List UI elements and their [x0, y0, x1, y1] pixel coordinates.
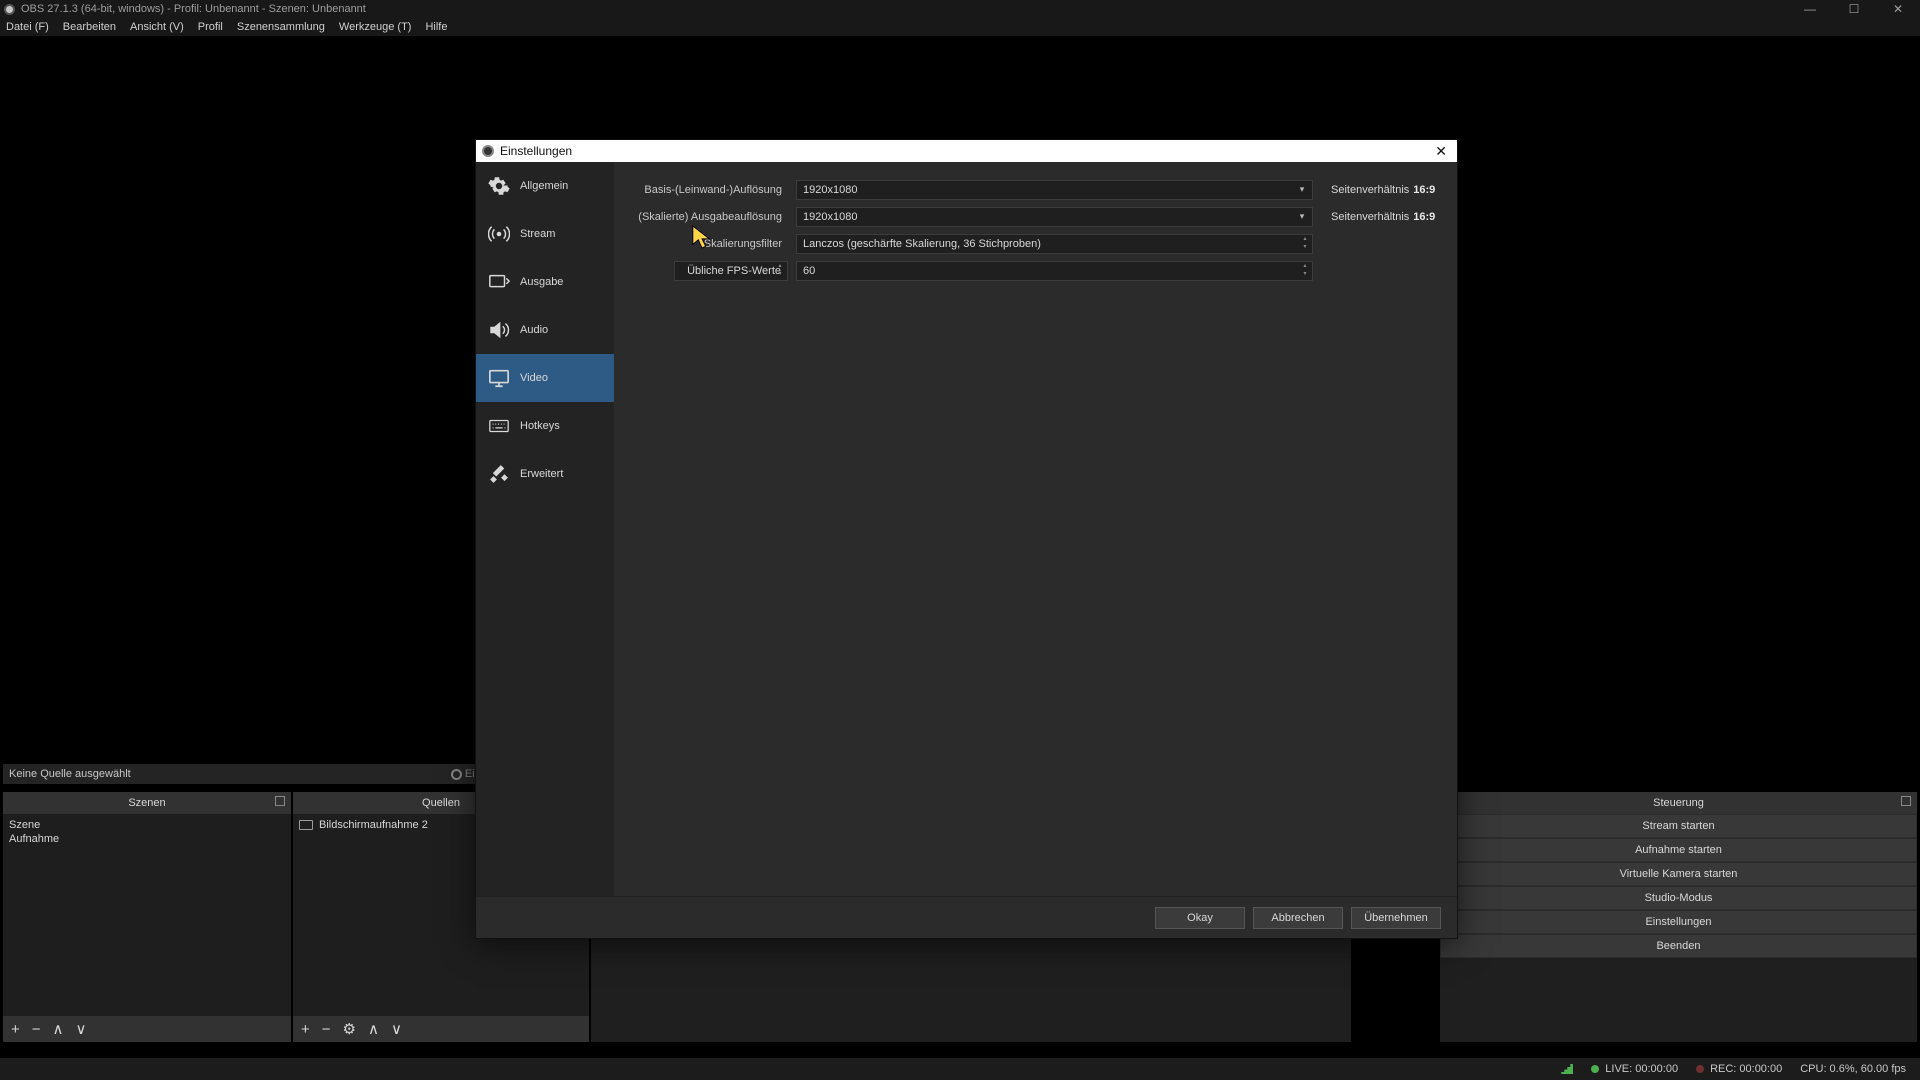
keyboard-icon	[488, 415, 510, 437]
fps-type-combo[interactable]: Übliche FPS-Werte ▴▾	[674, 261, 788, 281]
category-general[interactable]: Allgemein	[476, 162, 614, 210]
scenes-title: Szenen	[128, 797, 165, 809]
category-label: Video	[520, 372, 548, 384]
output-icon	[488, 271, 510, 293]
category-label: Ausgabe	[520, 276, 563, 288]
move-down-button[interactable]: ∨	[391, 1020, 402, 1038]
source-item-label: Bildschirmaufnahme 2	[319, 819, 428, 831]
category-hotkeys[interactable]: Hotkeys	[476, 402, 614, 450]
app-logo-icon	[4, 4, 15, 15]
category-label: Erweitert	[520, 468, 563, 480]
no-source-selected-label: Keine Quelle ausgewählt	[9, 768, 131, 780]
scene-item[interactable]: Szene	[9, 818, 285, 832]
menu-view[interactable]: Ansicht (V)	[130, 21, 184, 33]
controls-header: Steuerung	[1440, 792, 1917, 814]
settings-dialog: Einstellungen ✕ Allgemein Stream Ausgabe…	[475, 139, 1458, 939]
status-bar: LIVE: 00:00:00 REC: 00:00:00 CPU: 0.6%, …	[0, 1058, 1920, 1080]
chevron-down-icon: ▾	[1296, 184, 1308, 196]
category-label: Allgemein	[520, 180, 568, 192]
remove-source-button[interactable]: −	[322, 1021, 331, 1038]
popout-icon[interactable]	[275, 796, 285, 806]
signal-icon	[1561, 1064, 1573, 1074]
base-aspect-label: Seitenverhältnis 16:9	[1321, 184, 1439, 196]
ok-button[interactable]: Okay	[1155, 907, 1245, 929]
output-resolution-label: (Skalierte) Ausgabeauflösung	[628, 211, 788, 223]
scenes-header: Szenen	[3, 792, 291, 814]
controls-title: Steuerung	[1653, 797, 1704, 809]
base-resolution-combo[interactable]: 1920x1080 ▾	[796, 180, 1313, 200]
gear-icon	[488, 175, 510, 197]
downscale-filter-combo[interactable]: Lanczos (geschärfte Skalierung, 36 Stich…	[796, 234, 1313, 254]
settings-content: Basis-(Leinwand-)Auflösung 1920x1080 ▾ S…	[614, 162, 1457, 896]
display-capture-icon	[299, 820, 313, 830]
output-resolution-combo[interactable]: 1920x1080 ▾	[796, 207, 1313, 227]
monitor-icon	[488, 367, 510, 389]
menu-scene-collection[interactable]: Szenensammlung	[237, 21, 325, 33]
apply-button[interactable]: Übernehmen	[1351, 907, 1441, 929]
category-stream[interactable]: Stream	[476, 210, 614, 258]
speaker-icon	[488, 319, 510, 341]
add-source-button[interactable]: +	[301, 1021, 310, 1038]
popout-icon[interactable]	[1901, 796, 1911, 806]
downscale-filter-label: Skalierungsfilter	[628, 238, 788, 250]
start-stream-button[interactable]: Stream starten	[1440, 814, 1917, 838]
sources-footer: + − ⚙ ∧ ∨	[293, 1016, 589, 1042]
spinner-icon: ▴▾	[1300, 236, 1310, 252]
close-button[interactable]: ✕	[1876, 0, 1920, 18]
move-up-button[interactable]: ∧	[368, 1020, 379, 1038]
gear-icon	[451, 769, 462, 780]
fps-value-combo[interactable]: 60 ▴▾	[796, 261, 1313, 281]
maximize-button[interactable]: ☐	[1832, 0, 1876, 18]
status-cpu: CPU: 0.6%, 60.00 fps	[1800, 1063, 1906, 1075]
chevron-down-icon: ▾	[1296, 211, 1308, 223]
start-recording-button[interactable]: Aufnahme starten	[1440, 838, 1917, 862]
cancel-button[interactable]: Abbrechen	[1253, 907, 1343, 929]
sources-title: Quellen	[422, 797, 460, 809]
scenes-footer: + − ∧ ∨	[3, 1016, 291, 1042]
menu-help[interactable]: Hilfe	[425, 21, 447, 33]
category-advanced[interactable]: Erweitert	[476, 450, 614, 498]
controls-panel: Steuerung Stream starten Aufnahme starte…	[1440, 792, 1917, 1042]
category-video[interactable]: Video	[476, 354, 614, 402]
tools-icon	[488, 463, 510, 485]
scenes-panel: Szenen Szene Aufnahme + − ∧ ∨	[3, 792, 291, 1042]
dialog-footer: Okay Abbrechen Übernehmen	[476, 896, 1457, 938]
start-virtual-camera-button[interactable]: Virtuelle Kamera starten	[1440, 862, 1917, 886]
minimize-button[interactable]: —	[1788, 0, 1832, 18]
dialog-title: Einstellungen	[500, 144, 572, 158]
menu-file[interactable]: Datei (F)	[6, 21, 49, 33]
broadcast-icon	[488, 223, 510, 245]
spinner-icon: ▴▾	[775, 263, 785, 279]
settings-button[interactable]: Einstellungen	[1440, 910, 1917, 934]
menu-edit[interactable]: Bearbeiten	[63, 21, 116, 33]
remove-scene-button[interactable]: −	[32, 1021, 41, 1038]
obs-icon	[482, 145, 494, 157]
move-up-button[interactable]: ∧	[53, 1020, 64, 1038]
status-live: LIVE: 00:00:00	[1591, 1063, 1678, 1075]
window-titlebar: OBS 27.1.3 (64-bit, windows) - Profil: U…	[0, 0, 1920, 18]
menu-profile[interactable]: Profil	[198, 21, 223, 33]
menu-bar: Datei (F) Bearbeiten Ansicht (V) Profil …	[0, 18, 1920, 36]
studio-mode-button[interactable]: Studio-Modus	[1440, 886, 1917, 910]
category-label: Hotkeys	[520, 420, 560, 432]
menu-tools[interactable]: Werkzeuge (T)	[339, 21, 412, 33]
exit-button[interactable]: Beenden	[1440, 934, 1917, 958]
status-rec: REC: 00:00:00	[1696, 1063, 1782, 1075]
dialog-titlebar: Einstellungen ✕	[476, 140, 1457, 162]
settings-categories: Allgemein Stream Ausgabe Audio Video Hot…	[476, 162, 614, 896]
output-aspect-label: Seitenverhältnis 16:9	[1321, 211, 1439, 223]
category-label: Stream	[520, 228, 555, 240]
window-title: OBS 27.1.3 (64-bit, windows) - Profil: U…	[21, 3, 366, 15]
category-audio[interactable]: Audio	[476, 306, 614, 354]
scene-item[interactable]: Aufnahme	[9, 832, 285, 846]
category-output[interactable]: Ausgabe	[476, 258, 614, 306]
dialog-close-button[interactable]: ✕	[1431, 143, 1451, 160]
spinner-icon: ▴▾	[1300, 263, 1310, 279]
add-scene-button[interactable]: +	[11, 1021, 20, 1038]
base-resolution-label: Basis-(Leinwand-)Auflösung	[628, 184, 788, 196]
source-settings-button[interactable]: ⚙	[343, 1020, 356, 1038]
category-label: Audio	[520, 324, 548, 336]
move-down-button[interactable]: ∨	[76, 1020, 87, 1038]
